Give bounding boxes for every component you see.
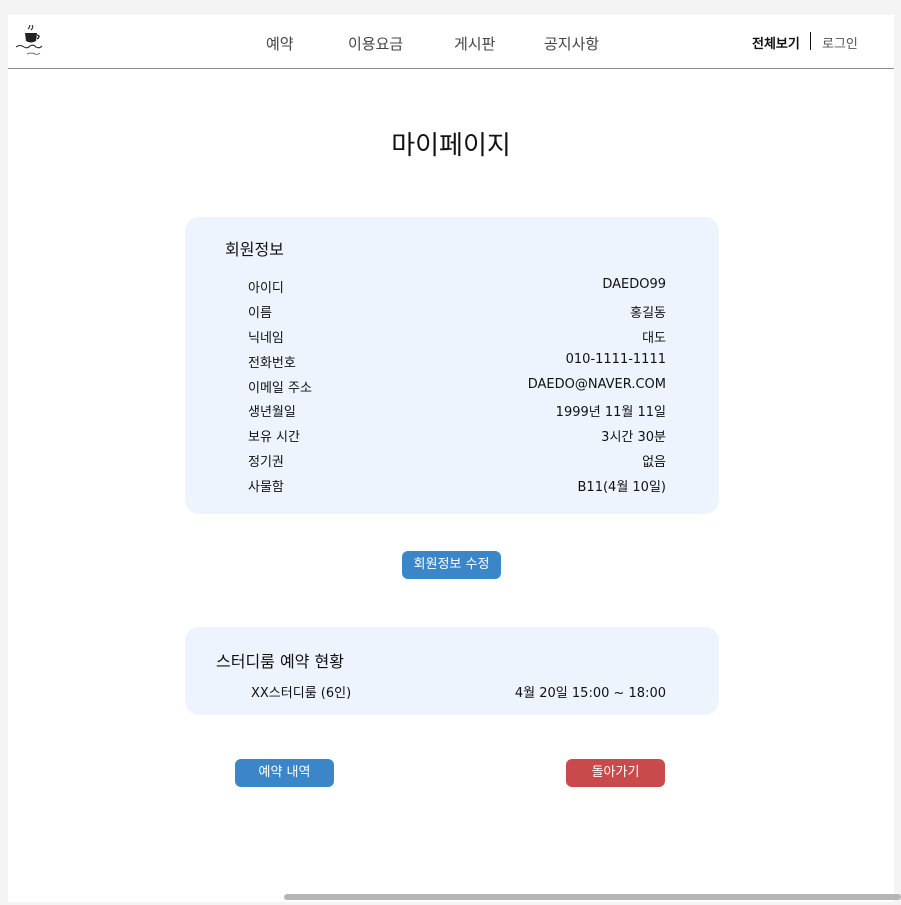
info-label: 아이디	[248, 281, 284, 296]
info-label: 이름	[248, 306, 272, 321]
reservation-history-button[interactable]: 예약 내역	[235, 759, 334, 787]
reservation-row: XX스터디룸 (6인) 4월 20일 15:00 ~ 18:00	[251, 682, 666, 702]
nav-item-board[interactable]: 게시판	[454, 33, 495, 54]
reservation-status-card: 스터디룸 예약 현황 XX스터디룸 (6인) 4월 20일 15:00 ~ 18…	[185, 627, 719, 715]
info-label: 이메일 주소	[248, 381, 312, 396]
reservation-time: 4월 20일 15:00 ~ 18:00	[514, 686, 666, 701]
reservation-room: XX스터디룸 (6인)	[251, 686, 352, 701]
login-link[interactable]: 로그인	[822, 33, 858, 52]
back-button[interactable]: 돌아가기	[566, 759, 665, 787]
page-title: 마이페이지	[391, 131, 511, 161]
info-row-pass: 정기권 없음	[248, 451, 666, 471]
info-label: 닉네임	[248, 331, 284, 346]
view-all-link[interactable]: 전체보기	[752, 33, 800, 52]
info-value: DAEDO@NAVER.COM	[527, 377, 666, 392]
info-row-nickname: 닉네임 대도	[248, 327, 666, 347]
info-row-birthdate: 생년월일 1999년 11월 11일	[248, 401, 666, 421]
nav-item-reservation[interactable]: 예약	[266, 33, 294, 54]
page: 예약 이용요금 게시판 공지사항 전체보기 로그인 마이페이지 회원정보 아이디…	[8, 15, 894, 902]
info-label: 전화번호	[248, 356, 296, 371]
member-info-title: 회원정보	[225, 240, 284, 259]
info-label: 사물함	[248, 480, 284, 495]
info-value: 010-1111-1111	[565, 352, 666, 367]
top-navigation-bar: 예약 이용요금 게시판 공지사항 전체보기 로그인	[8, 15, 894, 69]
info-label: 생년월일	[248, 405, 296, 420]
info-value: 대도	[642, 331, 666, 346]
logo[interactable]	[15, 23, 51, 59]
divider	[810, 32, 811, 50]
info-row-name: 이름 홍길동	[248, 302, 666, 322]
nav-item-pricing[interactable]: 이용요금	[348, 33, 403, 54]
info-label: 보유 시간	[248, 430, 300, 445]
coffee-cup-icon	[15, 23, 43, 55]
info-row-email: 이메일 주소 DAEDO@NAVER.COM	[248, 377, 666, 397]
info-value: DAEDO99	[602, 277, 666, 292]
info-row-phone: 전화번호 010-1111-1111	[248, 352, 666, 372]
nav-item-notice[interactable]: 공지사항	[544, 33, 599, 54]
info-value: 3시간 30분	[601, 430, 666, 445]
info-row-owned-time: 보유 시간 3시간 30분	[248, 426, 666, 446]
reservation-status-title: 스터디룸 예약 현황	[216, 652, 344, 671]
info-label: 정기권	[248, 455, 284, 470]
info-value: 없음	[642, 455, 666, 470]
info-row-id: 아이디 DAEDO99	[248, 277, 666, 297]
info-row-locker: 사물함 B11(4월 10일)	[248, 476, 666, 496]
info-value: 홍길동	[630, 306, 666, 321]
member-info-card: 회원정보 아이디 DAEDO99 이름 홍길동 닉네임 대도 전화번호 010-…	[185, 217, 719, 514]
scrollbar-thumb[interactable]	[284, 894, 901, 900]
info-value: 1999년 11월 11일	[555, 405, 666, 420]
edit-member-info-button[interactable]: 회원정보 수정	[402, 551, 501, 579]
info-value: B11(4월 10일)	[577, 480, 666, 495]
